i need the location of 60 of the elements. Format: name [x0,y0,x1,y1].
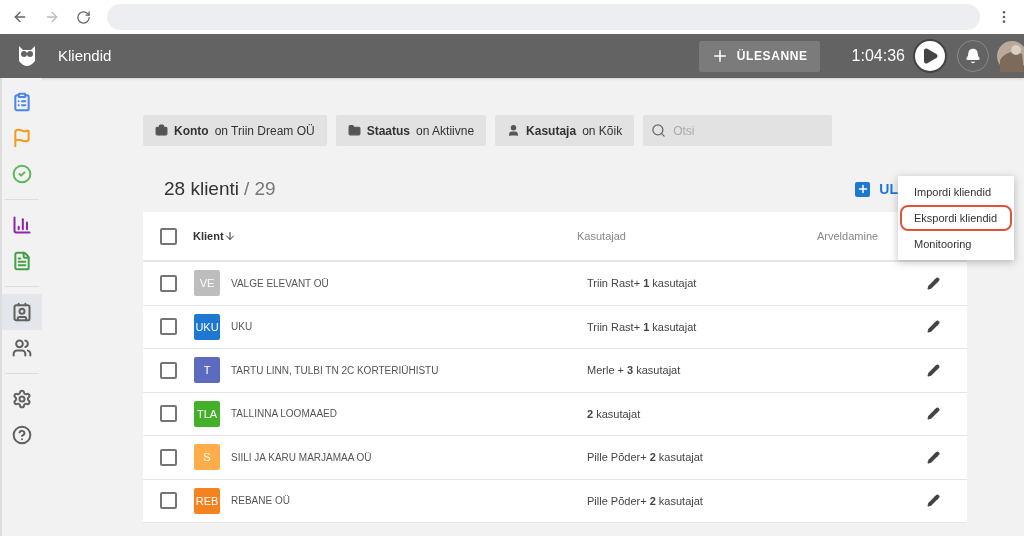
bell-icon [965,48,981,64]
client-name[interactable]: REBANE OÜ [231,493,587,509]
client-total: / 29 [244,176,276,201]
reload-icon[interactable] [76,9,91,25]
users-cell-text: Merle + 3 kasutajat [587,363,682,378]
checkbox[interactable] [160,448,177,466]
checkbox[interactable] [160,227,177,245]
add-client-button[interactable]: UL [855,178,898,200]
edit-icon[interactable] [927,363,940,377]
column-header: Kasutajad [577,228,627,244]
client-name[interactable]: TALLINNA LOOMAAED [231,406,587,422]
back-icon[interactable] [12,9,28,25]
client-avatar: T [194,357,220,384]
task-button[interactable]: ÜLESANNE [698,40,820,72]
edit-icon[interactable] [927,407,940,421]
checkbox[interactable] [160,405,177,423]
client-name[interactable]: SIILI JA KARU MARJAMAA OÜ [231,449,587,465]
filter-chip[interactable]: Kasutaja on Kõik [495,115,635,146]
client-avatar: VE [194,270,220,297]
users-cell-text: 2 kasutajat [587,406,642,422]
owl-logo-icon [16,43,38,69]
client-avatar: S [194,444,220,471]
edit-icon[interactable] [927,276,940,290]
menu-item[interactable]: Impordi kliendid [900,179,1012,205]
checkbox[interactable] [160,492,177,510]
client-name[interactable]: UKU [231,319,587,335]
users-cell-text: Triin Rast+ 1 kasutajat [587,276,698,291]
folder-icon [347,124,361,137]
users-cell-text: Pille Põder+ 2 kasutajat [587,493,704,509]
briefcase-icon [155,124,168,137]
edit-icon[interactable] [927,450,940,464]
client-name[interactable]: VALGE ELEVANT OÜ [231,275,587,291]
timer: 1:04:36 [851,46,905,66]
person-icon [507,124,521,137]
checkbox[interactable] [160,274,177,292]
plus-icon [856,183,869,195]
client-avatar: UKU [194,313,220,340]
client-count: 28 klienti [164,176,239,201]
client-avatar: REB [194,487,220,514]
users-cell-text: Pille Põder+ 2 kasutajat [587,450,704,465]
page-title: Kliendid [58,45,112,66]
search-field[interactable]: Otsi [643,115,833,146]
play-icon [921,47,939,65]
edit-icon[interactable] [927,320,940,334]
menu-item[interactable]: Monitooring [900,231,1012,257]
menu-item[interactable]: Ekspordi kliendid [900,205,1012,231]
client-avatar: TLA [194,400,220,427]
sort-icon [223,230,236,242]
filter-chip[interactable]: Konto on Triin Dream OÜ [143,115,327,146]
play-button[interactable] [913,39,947,73]
client-name[interactable]: TARTU LINN, TULBI TN 2C KORTERIÜHISTU [231,362,587,378]
users-cell-text: Triin Rast+ 1 kasutajat [587,319,698,335]
sidebar-item[interactable] [2,294,42,330]
filter-chip[interactable]: Staatus on Aktiivne [335,115,487,146]
column-header: Arveldamine [817,228,879,244]
search-icon [651,123,667,138]
checkbox[interactable] [160,361,177,379]
checkbox[interactable] [160,318,177,336]
edit-icon[interactable] [927,494,940,508]
column-header[interactable]: Klient [193,227,577,245]
